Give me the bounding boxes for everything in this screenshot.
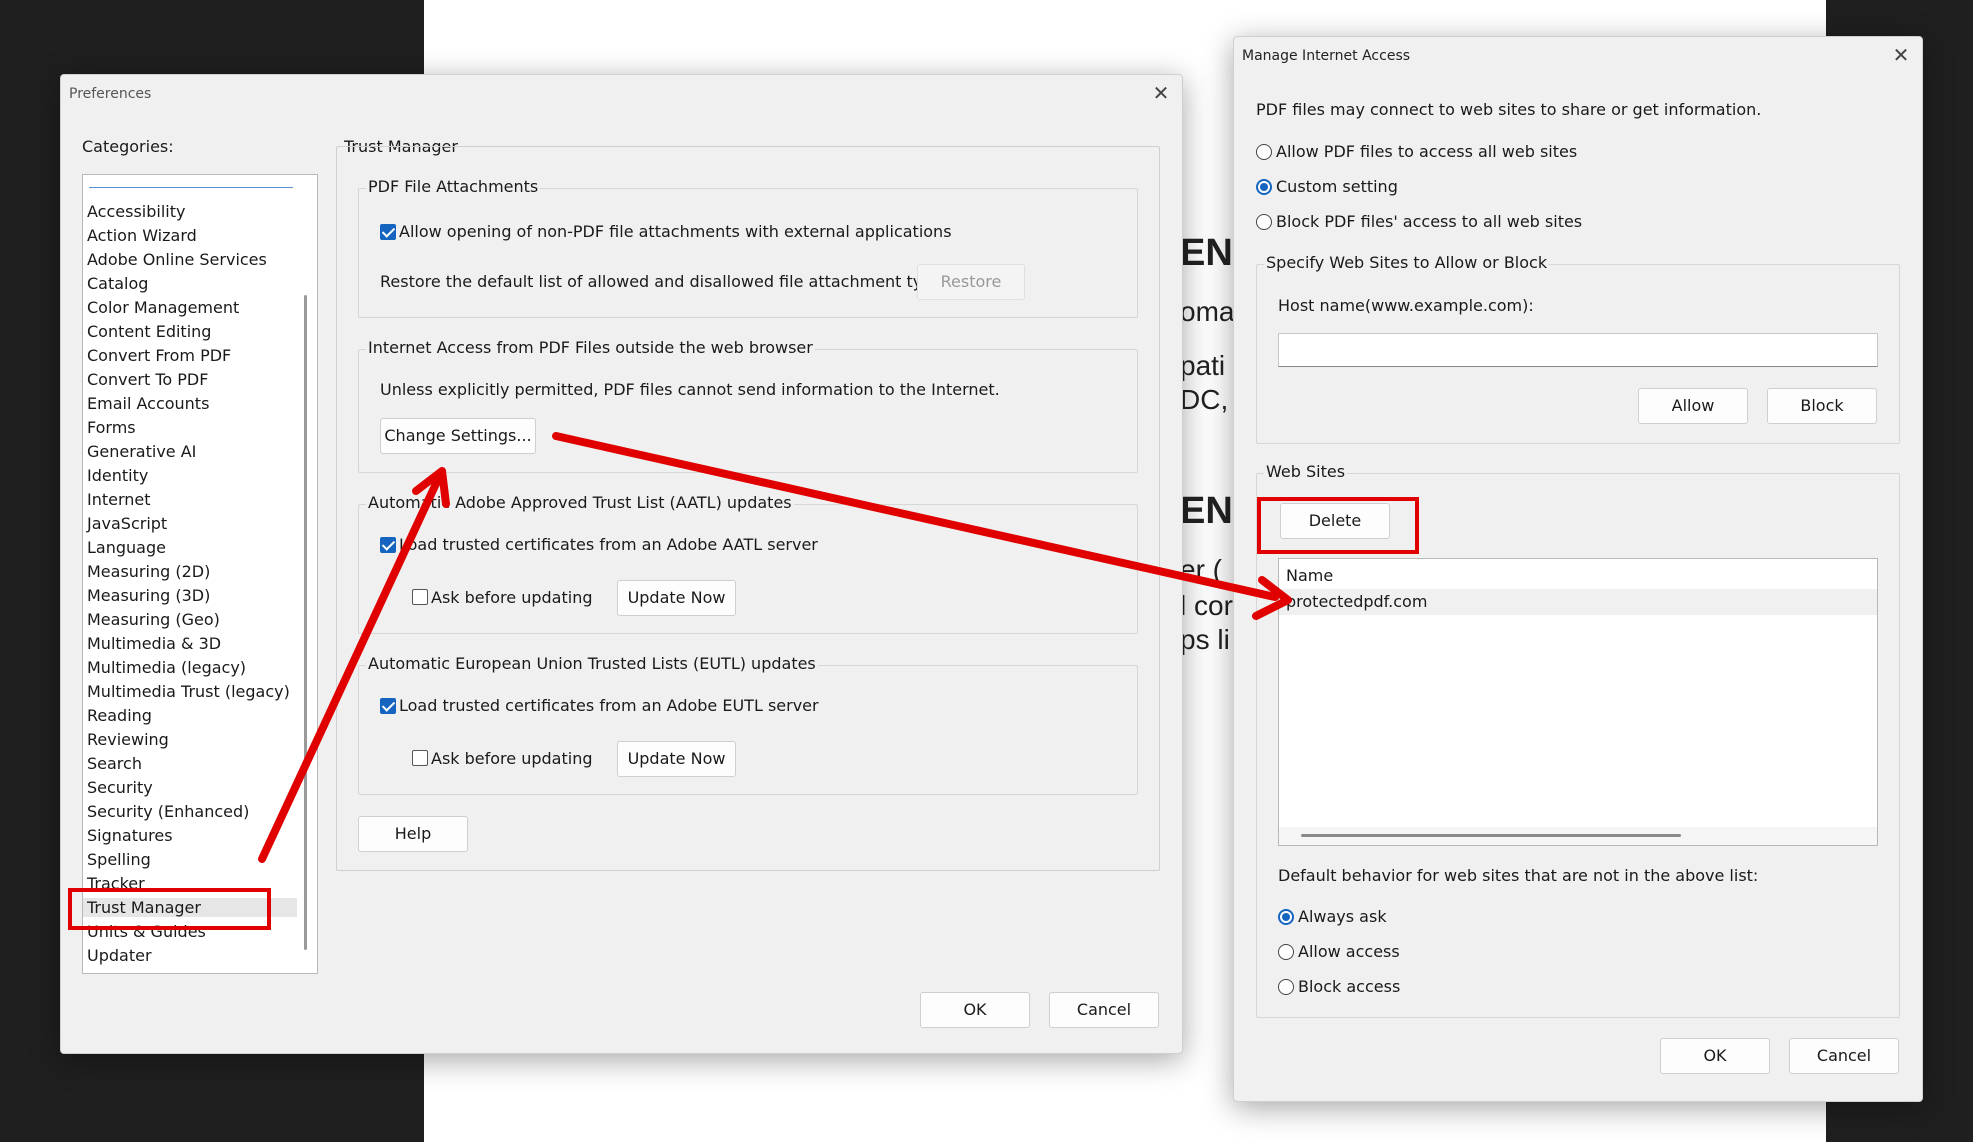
annotation-arrows: [258, 432, 1292, 863]
arrow-to-change-settings: [258, 471, 444, 863]
arrow-to-site-list: [552, 432, 1279, 601]
